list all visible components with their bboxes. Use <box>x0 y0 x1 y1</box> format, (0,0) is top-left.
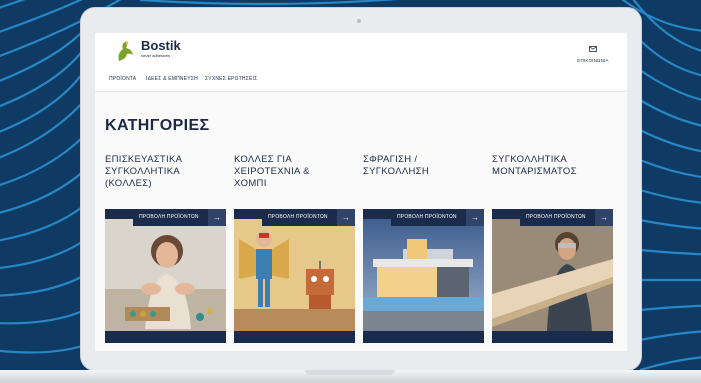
category-card[interactable]: ΠΡΟΒΟΛΗ ΠΡΟΪΟΝΤΩΝ → <box>234 209 355 343</box>
brand-tagline: smart adhesives <box>141 53 171 58</box>
jewelry-crafting-image <box>105 219 226 331</box>
crafts-hobby-image <box>234 219 355 331</box>
arrow-right-icon: → <box>208 209 226 226</box>
contact-label: ΕΠΙΚΟΙΝΩΝΙΑ <box>577 58 609 63</box>
arrow-right-icon: → <box>466 209 484 226</box>
category-title: ΣΥΓΚΟΛΛΗΤΙΚΑ ΜΟΝΤΑΡΙΣΜΑΤΟΣ <box>492 154 577 177</box>
bostik-logo[interactable]: Bostik smart adhesives <box>113 37 181 63</box>
website-screen: Bostik smart adhesives ΕΠΙΚΟΙΝΩΝΙΑ ΠΡΟΪΟ… <box>95 33 627 351</box>
category-title: ΕΠΙΣΚΕΥΑΣΤΙΚΑ ΣΥΓΚΟΛΛΗΤΙΚΑ (ΚΟΛΛΕΣ) <box>105 154 183 189</box>
category-card[interactable]: ΠΡΟΒΟΛΗ ΠΡΟΪΟΝΤΩΝ → <box>492 209 613 343</box>
category-card[interactable]: ΠΡΟΒΟΛΗ ΠΡΟΪΟΝΤΩΝ → <box>363 209 484 343</box>
view-products-button[interactable]: ΠΡΟΒΟΛΗ ΠΡΟΪΟΝΤΩΝ → <box>391 209 484 226</box>
view-products-button[interactable]: ΠΡΟΒΟΛΗ ΠΡΟΪΟΝΤΩΝ → <box>133 209 226 226</box>
category-title: ΣΦΡΑΓΙΣΗ / ΣΥΓΚΟΛΛΗΣΗ <box>363 154 429 177</box>
category-card[interactable]: ΠΡΟΒΟΛΗ ΠΡΟΪΟΝΤΩΝ → <box>105 209 226 343</box>
nav-item-faq[interactable]: ΣΥΧΝΕΣ ΕΡΩΤΗΣΕΙΣ <box>205 76 257 82</box>
woodworker-image <box>492 219 613 331</box>
envelope-icon <box>589 46 597 52</box>
nav-item-ideas[interactable]: ΙΔΕΕΣ & ΕΜΠΝΕΥΣΗ <box>146 76 198 82</box>
site-header: Bostik smart adhesives ΕΠΙΚΟΙΝΩΝΙΑ <box>95 33 627 67</box>
nav-item-products[interactable]: ΠΡΟΪΟΝΤΑ <box>109 76 136 82</box>
contact-link[interactable]: ΕΠΙΚΟΙΝΩΝΙΑ <box>573 39 613 63</box>
laptop-notch <box>305 370 395 375</box>
view-products-button[interactable]: ΠΡΟΒΟΛΗ ΠΡΟΪΟΝΤΩΝ → <box>262 209 355 226</box>
modern-house-image <box>363 219 484 331</box>
category-title: ΚΟΛΛΕΣ ΓΙΑ ΧΕΙΡΟΤΕΧΝΙΑ & ΧΟΜΠΙ <box>234 154 310 189</box>
webcam <box>357 19 361 23</box>
view-products-button[interactable]: ΠΡΟΒΟΛΗ ΠΡΟΪΟΝΤΩΝ → <box>520 209 613 226</box>
categories-section: ΚΑΤΗΓΟΡΙΕΣ ΕΠΙΣΚΕΥΑΣΤΙΚΑ ΣΥΓΚΟΛΛΗΤΙΚΑ (Κ… <box>95 92 627 351</box>
main-nav: ΠΡΟΪΟΝΤΑ ΙΔΕΕΣ & ΕΜΠΝΕΥΣΗ ΣΥΧΝΕΣ ΕΡΩΤΗΣΕ… <box>95 66 627 92</box>
gecko-icon <box>118 41 133 61</box>
page-title: ΚΑΤΗΓΟΡΙΕΣ <box>105 117 210 134</box>
arrow-right-icon: → <box>337 209 355 226</box>
brand-name: Bostik <box>141 38 181 53</box>
arrow-right-icon: → <box>595 209 613 226</box>
